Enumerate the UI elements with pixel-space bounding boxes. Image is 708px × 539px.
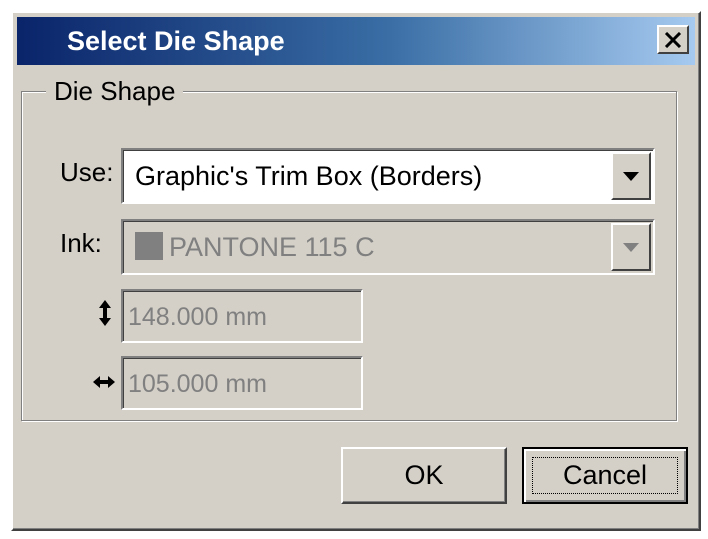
- close-button[interactable]: [657, 25, 689, 54]
- dialog-title: Select Die Shape: [67, 26, 285, 56]
- use-select-value: Graphic's Trim Box (Borders): [135, 161, 483, 191]
- chevron-down-icon: [623, 171, 639, 181]
- use-select-dropdown-button[interactable]: [611, 152, 651, 200]
- height-field[interactable]: 148.000 mm: [121, 289, 363, 343]
- height-value: 148.000 mm: [128, 303, 267, 331]
- ink-select-value-wrap: PANTONE 115 C: [135, 232, 375, 262]
- width-value: 105.000 mm: [128, 370, 267, 398]
- ink-label: Ink:: [60, 228, 102, 258]
- ink-swatch: [135, 232, 163, 260]
- ink-select[interactable]: PANTONE 115 C: [121, 219, 655, 275]
- chevron-down-icon: [623, 242, 639, 252]
- use-select[interactable]: Graphic's Trim Box (Borders): [121, 148, 655, 204]
- ok-button-label: OK: [404, 460, 444, 490]
- cancel-button[interactable]: Cancel: [522, 447, 688, 504]
- ink-select-dropdown-button[interactable]: [611, 223, 651, 271]
- ok-button[interactable]: OK: [341, 447, 507, 504]
- ink-select-value: PANTONE 115 C: [169, 232, 375, 262]
- horizontal-dimension-icon: [90, 367, 118, 397]
- die-shape-group-legend: Die Shape: [46, 76, 184, 106]
- vertical-dimension-icon: [91, 298, 119, 328]
- title-bar[interactable]: Select Die Shape: [17, 17, 695, 65]
- cancel-button-label: Cancel: [562, 460, 648, 490]
- use-label: Use:: [60, 157, 114, 187]
- width-field[interactable]: 105.000 mm: [121, 356, 363, 410]
- close-x-icon: [664, 31, 682, 48]
